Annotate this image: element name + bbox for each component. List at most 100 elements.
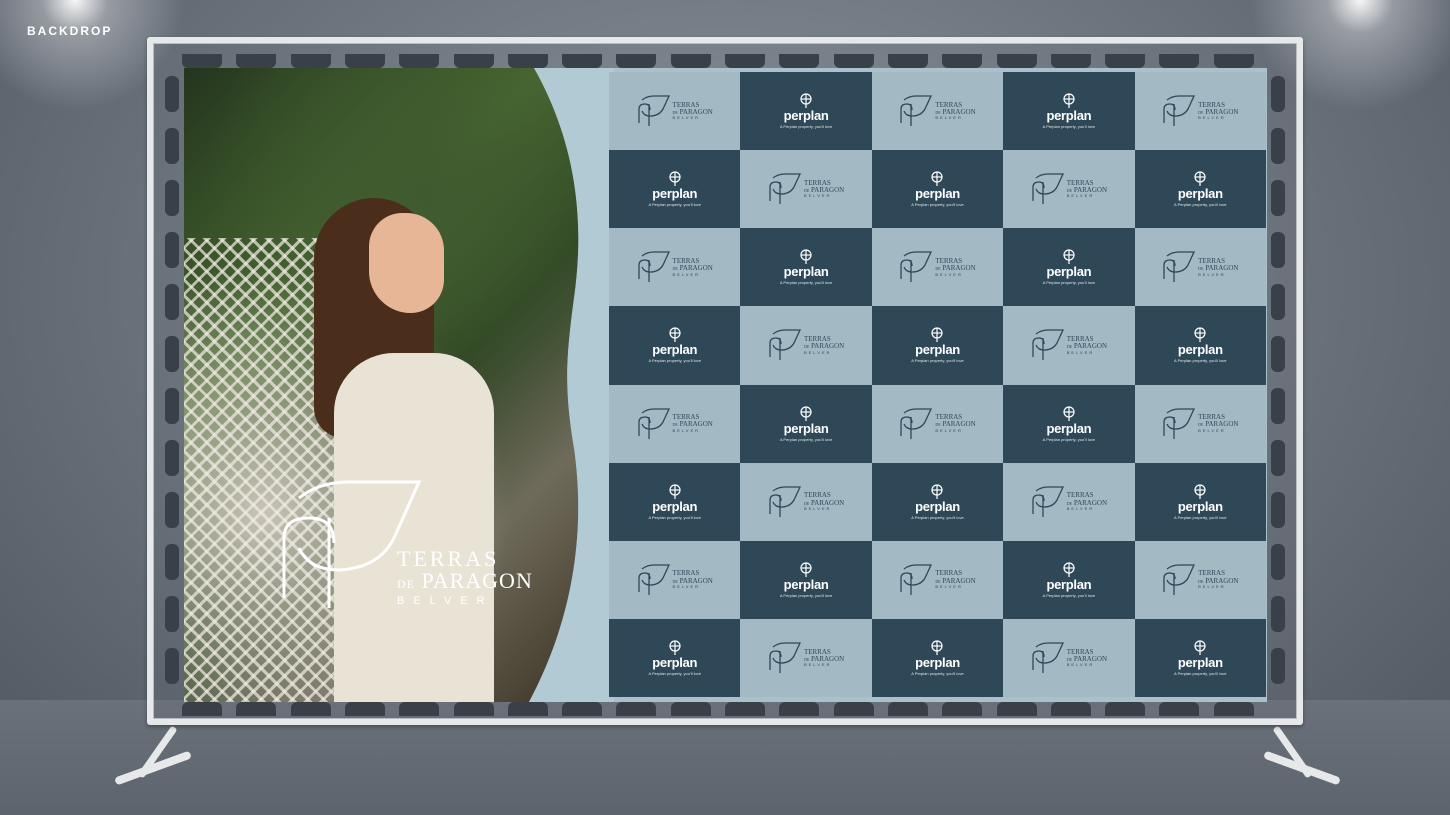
strap — [996, 54, 1037, 68]
terras-mini-wordmark: TERRAS DE PARAGON BELVER — [1066, 491, 1108, 511]
terras-de-paragon-monogram-icon — [900, 95, 933, 127]
strap — [1271, 180, 1285, 216]
grid-cell-terras: TERRAS DE PARAGON BELVER — [609, 540, 741, 619]
terras-de-paragon-monogram-icon — [1032, 642, 1064, 673]
grid-cell-perplan: perplan A Perplan property, you'll love — [1134, 150, 1266, 229]
step-and-repeat-grid: TERRAS DE PARAGON BELVER perplan A Perplan p… — [609, 72, 1266, 697]
perplan-tagline: A Perplan property, you'll love — [648, 202, 701, 208]
strap — [1105, 54, 1146, 68]
strap — [236, 54, 277, 68]
terras-mini-logo: TERRAS DE PARAGON BELVER — [768, 328, 844, 362]
strap — [182, 54, 222, 68]
perplan-logo-icon — [800, 562, 812, 577]
grid-cell-terras: TERRAS DE PARAGON BELVER — [1134, 384, 1266, 463]
perplan-logo-icon — [1063, 93, 1075, 109]
perplan-name: perplan — [783, 576, 829, 592]
perplan-tagline: A Perplan property, you'll love — [1174, 670, 1227, 676]
strap — [1159, 702, 1200, 716]
grid-cell-terras: TERRAS DE PARAGON BELVER — [740, 150, 872, 229]
grid-cell-perplan: perplan A Perplan property, you'll love — [871, 462, 1004, 541]
perplan-logo-icon — [800, 249, 812, 265]
strap — [779, 702, 820, 716]
grid-cell-perplan: perplan A Perplan property, you'll love — [609, 306, 741, 385]
terras-mini-wordmark: TERRAS DE PARAGON BELVER — [935, 256, 976, 277]
grid-cell-perplan: perplan A Perplan property, you'll love — [1134, 462, 1266, 541]
strap — [344, 702, 385, 716]
strap — [182, 702, 222, 716]
tp-line1: TERRAS — [397, 546, 500, 571]
strap — [165, 388, 179, 424]
terras-mini-logo: TERRAS DE PARAGON BELVER — [637, 250, 713, 284]
perplan-tagline: A Perplan property, you'll love — [1042, 592, 1096, 598]
grid-cell-perplan: perplan A Perplan property, you'll love — [1003, 228, 1135, 307]
perplan-logo-icon — [931, 171, 944, 187]
perplan-name: perplan — [652, 498, 698, 514]
terras-de-paragon-monogram-icon — [769, 329, 801, 361]
terras-mini-wordmark: TERRAS DE PARAGON BELVER — [1198, 100, 1239, 121]
perplan-tagline: A Perplan property, you'll love — [779, 592, 833, 598]
perplan-logo-icon — [669, 640, 681, 655]
straps-left — [165, 70, 179, 700]
terras-mini-logo: TERRAS DE PARAGON BELVER — [1031, 328, 1107, 362]
strap — [1271, 232, 1285, 268]
perplan-name: perplan — [1177, 186, 1223, 202]
terras-mini-wordmark: TERRAS DE PARAGON BELVER — [935, 569, 976, 590]
perplan-name: perplan — [1046, 108, 1092, 124]
terras-mini-logo: TERRAS DE PARAGON BELVER — [899, 407, 976, 441]
perplan-tagline: A Perplan property, you'll love — [911, 202, 964, 208]
terras-de-paragon-monogram-icon — [637, 407, 670, 439]
strap — [165, 128, 179, 164]
terras-mini-logo: TERRAS DE PARAGON BELVER — [1162, 250, 1238, 284]
grid-cell-perplan: perplan A Perplan property, you'll love — [740, 228, 872, 307]
strap — [942, 702, 983, 716]
terras-mini-logo: TERRAS DE PARAGON BELVER — [1031, 641, 1107, 675]
face — [369, 213, 444, 313]
strap — [165, 492, 179, 528]
perplan-tagline: A Perplan property, you'll love — [1042, 124, 1096, 130]
terras-mini-logo: TERRAS DE PARAGON BELVER — [899, 250, 976, 284]
terras-mini-wordmark: TERRAS DE PARAGON BELVER — [672, 256, 713, 277]
strap — [165, 648, 179, 684]
strap — [507, 702, 548, 716]
perplan-name: perplan — [1046, 420, 1092, 436]
perplan-logo-icon — [669, 327, 681, 343]
strap — [165, 76, 179, 112]
perplan-tagline: A Perplan property, you'll love — [1174, 514, 1227, 520]
woman-figure — [314, 198, 494, 702]
grid-cell-perplan: perplan A Perplan property, you'll love — [740, 384, 872, 463]
grid-cell-terras: TERRAS DE PARAGON BELVER — [871, 384, 1004, 463]
strap — [399, 54, 440, 68]
strap — [1271, 648, 1285, 684]
strap — [725, 702, 765, 716]
terras-mini-wordmark: TERRAS DE PARAGON BELVER — [935, 100, 976, 121]
terras-de-paragon-monogram-icon — [637, 251, 670, 283]
strap — [165, 440, 179, 476]
terras-de-paragon-monogram-icon — [900, 564, 933, 595]
grid-cell-perplan: perplan A Perplan property, you'll love — [1134, 618, 1266, 697]
perplan-tagline: A Perplan property, you'll love — [1042, 436, 1096, 442]
terras-de-paragon-monogram-icon — [1032, 173, 1064, 205]
perplan-logo-icon — [1194, 327, 1206, 343]
straps-bottom — [182, 702, 1268, 716]
terras-mini-wordmark: TERRAS DE PARAGON BELVER — [1066, 335, 1108, 355]
perplan-tagline: A Perplan property, you'll love — [648, 358, 701, 364]
terras-mini-wordmark: TERRAS DE PARAGON BELVER — [1198, 413, 1239, 433]
strap — [1159, 54, 1200, 68]
strap — [1271, 544, 1285, 580]
terras-mini-wordmark: TERRAS DE PARAGON BELVER — [672, 569, 713, 590]
strap — [887, 54, 928, 68]
grid-cell-terras: TERRAS DE PARAGON BELVER — [609, 384, 741, 463]
perplan-logo-icon — [669, 484, 681, 499]
strap — [670, 54, 711, 68]
terras-de-paragon-logo: TERRAS DE PARAGON BELVER — [279, 478, 579, 618]
grid-cell-perplan: perplan A Perplan property, you'll love — [1003, 72, 1135, 151]
terras-de-paragon-monogram-icon — [1032, 486, 1064, 517]
terras-mini-logo: TERRAS DE PARAGON BELVER — [1162, 563, 1238, 597]
perplan-logo-icon — [1194, 484, 1206, 499]
perplan-logo-icon — [800, 93, 812, 109]
terras-mini-logo: TERRAS DE PARAGON BELVER — [1031, 172, 1107, 206]
strap — [1271, 492, 1285, 528]
terras-mini-logo: TERRAS DE PARAGON BELVER — [768, 172, 844, 206]
perplan-name: perplan — [1046, 264, 1092, 280]
grid-cell-perplan: perplan A Perplan property, you'll love — [1134, 306, 1266, 385]
